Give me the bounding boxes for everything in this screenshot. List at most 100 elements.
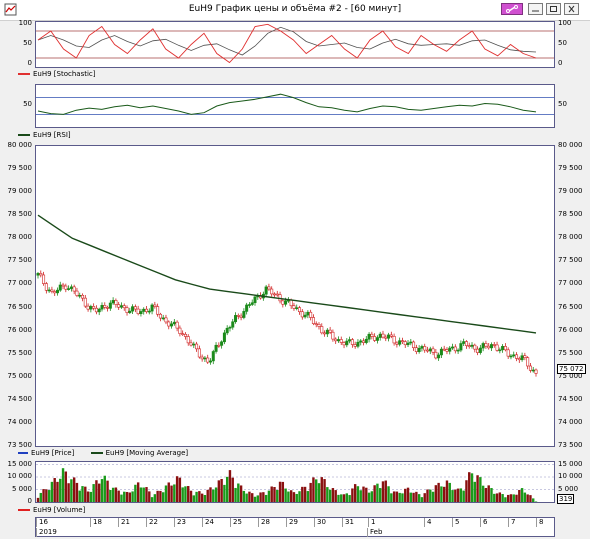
volume-bar xyxy=(323,479,326,502)
volume-bar xyxy=(223,484,226,502)
volume-bar xyxy=(273,487,276,502)
link-button[interactable] xyxy=(501,3,523,15)
rsi-plot xyxy=(36,93,554,115)
volume-bar xyxy=(256,495,259,502)
price-candle-body xyxy=(122,305,126,309)
price-axis-left-label: 73 500 xyxy=(7,441,33,449)
price-candle-body xyxy=(348,339,352,342)
volume-bar xyxy=(317,483,321,502)
price-candle-body xyxy=(103,305,107,308)
price-candle-body xyxy=(281,300,285,305)
price-candle-body xyxy=(100,305,104,310)
day-label: 28 xyxy=(258,518,286,527)
volume-bar xyxy=(148,491,151,502)
day-label: 29 xyxy=(286,518,314,527)
minimize-button[interactable] xyxy=(528,3,543,15)
volume-pane[interactable] xyxy=(35,461,555,503)
rsi-axis-left-50: 50 xyxy=(23,100,32,108)
volume-bar xyxy=(370,491,374,502)
price-candle-body xyxy=(495,344,499,351)
volume-bar xyxy=(448,482,451,502)
volume-bar xyxy=(420,497,424,502)
volume-bar xyxy=(515,494,518,502)
month-label-feb: Feb xyxy=(367,528,555,537)
volume-axis-left-label: 10 000 xyxy=(7,472,33,480)
price-candle-body xyxy=(323,332,327,335)
price-axis-left-label: 80 000 xyxy=(7,141,33,149)
volume-bar xyxy=(253,496,257,502)
price-candle-body xyxy=(528,365,532,371)
volume-bar xyxy=(476,475,479,502)
rsi-pane[interactable] xyxy=(35,84,555,128)
price-axis-right-label: 76 500 xyxy=(558,302,583,311)
price-candle-body xyxy=(373,336,377,341)
volume-bar xyxy=(164,485,168,502)
volume-bar xyxy=(114,487,118,502)
price-candle-body xyxy=(434,351,438,359)
price-candle-body xyxy=(117,304,121,308)
price-candle-body xyxy=(239,315,243,318)
price-candle-body xyxy=(523,355,527,358)
volume-bar xyxy=(203,494,207,502)
last-volume-tag: 319 xyxy=(557,494,575,504)
stochastic-pane[interactable] xyxy=(35,21,555,68)
price-axis-left-label: 74 000 xyxy=(7,417,33,426)
price-candle-body xyxy=(156,306,160,315)
price-candle-body xyxy=(306,311,310,316)
maximize-button[interactable] xyxy=(546,3,561,15)
price-candle-body xyxy=(378,333,382,338)
price-axis-left-label: 76 000 xyxy=(7,325,33,334)
price-candle-body xyxy=(453,346,457,352)
price-plot xyxy=(36,214,538,377)
date-axis[interactable]: 16 18 21 22 23 24 25 28 29 30 31 1 4 5 6 7 8 2019 Feb xyxy=(35,517,555,537)
volume-bar xyxy=(117,490,120,502)
price-swatch xyxy=(18,452,28,454)
volume-bar xyxy=(111,487,115,502)
price-candle-body xyxy=(247,304,251,306)
price-candle-body xyxy=(203,357,207,360)
volume-bar xyxy=(465,480,468,502)
price-candle-body xyxy=(336,339,340,342)
day-label: 1 xyxy=(368,518,424,527)
volume-bar xyxy=(523,492,527,502)
volume-bar xyxy=(150,497,154,502)
volume-bar xyxy=(259,492,262,502)
volume-plot xyxy=(36,464,554,502)
volume-bar xyxy=(367,492,371,502)
price-axis-right-label: 73 500 xyxy=(558,441,583,449)
price-candle-body xyxy=(284,300,288,305)
price-candle-body xyxy=(94,307,98,313)
price-candle-body xyxy=(211,351,215,362)
price-candle-body xyxy=(395,342,399,345)
stochastic-swatch xyxy=(18,73,30,75)
price-candle-body xyxy=(267,286,271,290)
price-candle-body xyxy=(526,357,530,367)
day-label: 8 xyxy=(536,518,554,527)
volume-axis-right-label: 10 000 xyxy=(558,472,583,480)
price-candle-body xyxy=(206,357,210,363)
volume-bar xyxy=(128,492,132,502)
stochastic-legend: EuH9 [Stochastic] xyxy=(18,70,96,80)
volume-legend: EuH9 [Volume] xyxy=(18,506,85,516)
day-label: 7 xyxy=(508,518,536,527)
volume-bar xyxy=(501,494,504,502)
close-button[interactable] xyxy=(564,3,579,15)
price-candle-body xyxy=(473,344,477,350)
volume-bar xyxy=(120,494,123,502)
price-axis-right-label: 79 500 xyxy=(558,164,583,173)
price-candle-body xyxy=(400,340,404,342)
price-candle-body xyxy=(375,337,379,341)
volume-bar xyxy=(459,488,463,502)
stochastic-plot xyxy=(36,23,554,64)
price-candle-body xyxy=(214,344,218,352)
price-candle-body xyxy=(158,313,162,319)
volume-bar xyxy=(161,492,165,502)
price-pane[interactable] xyxy=(35,145,555,447)
price-candle-body xyxy=(331,331,335,340)
volume-bar xyxy=(178,477,182,502)
price-axis-right-label: 76 000 xyxy=(558,325,583,334)
price-candle-body xyxy=(111,300,115,304)
volume-bar xyxy=(345,493,349,502)
price-candle-body xyxy=(108,302,112,309)
volume-bar xyxy=(493,493,496,502)
